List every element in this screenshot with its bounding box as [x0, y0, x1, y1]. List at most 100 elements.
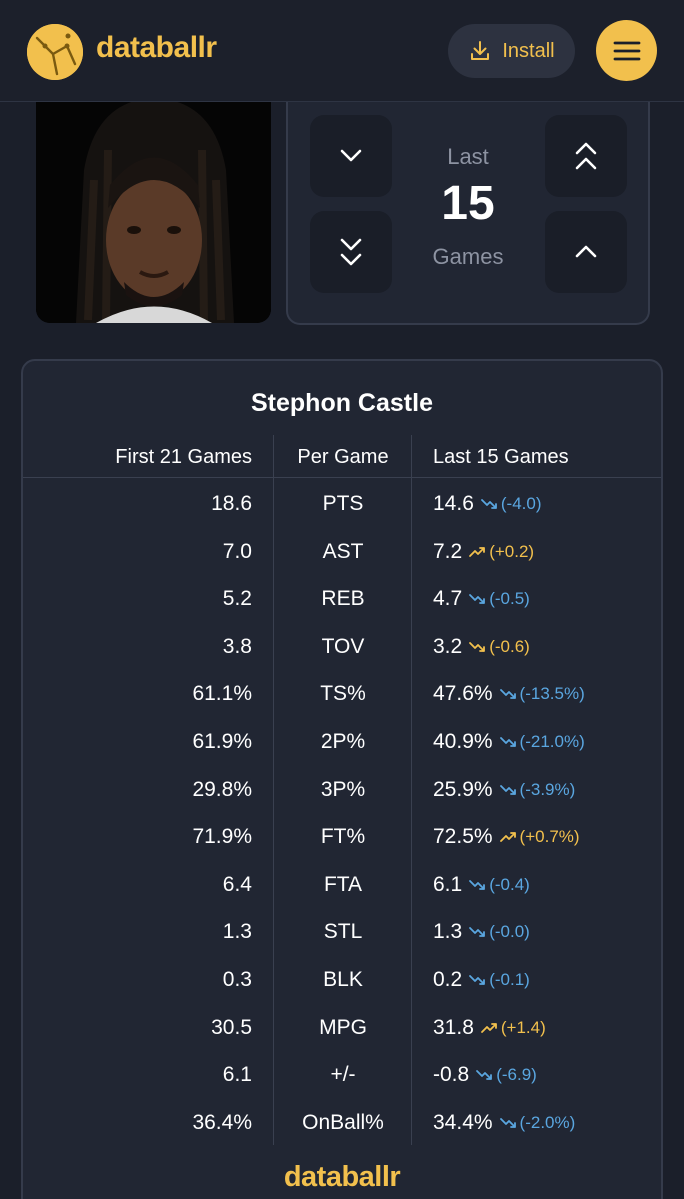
- first-games-value: 7.0: [222, 539, 252, 563]
- trend-delta: (+0.7%): [499, 827, 580, 847]
- last-games-cell: 40.9% (-21.0%): [433, 730, 661, 754]
- delta-value: (+1.4): [500, 1017, 546, 1037]
- selector-count: 15: [441, 177, 495, 230]
- first-games-value: 1.3: [222, 920, 252, 944]
- trend-delta: (+0.2): [468, 542, 534, 562]
- last-games-value: -0.8: [433, 1063, 470, 1087]
- delta-value: (-3.9%): [519, 779, 576, 799]
- stat-row: 0.3 BLK 0.2 (-0.1): [23, 955, 661, 1003]
- trend-down-icon: [480, 498, 498, 510]
- trend-down-icon: [499, 688, 517, 700]
- hamburger-menu-icon: [613, 39, 641, 63]
- footer-brand: databallr: [283, 1161, 401, 1193]
- last-games-value: 6.1: [433, 872, 463, 896]
- first-games-value: 29.8%: [192, 777, 252, 801]
- last-games-value: 14.6: [433, 492, 474, 515]
- last-games-value: 47.6%: [433, 682, 493, 706]
- last-games-value: 3.2: [433, 634, 463, 658]
- delta-value: (+0.2): [489, 541, 535, 561]
- stat-label: +/-: [330, 1063, 356, 1087]
- last-games-value: 31.8: [433, 1015, 474, 1039]
- download-icon: [468, 39, 492, 63]
- increase-many-button[interactable]: [545, 115, 627, 197]
- first-games-value: 5.2: [222, 587, 252, 611]
- stat-row: 1.3 STL 1.3 (-0.0): [23, 907, 661, 955]
- install-button[interactable]: Install: [448, 24, 575, 78]
- menu-button[interactable]: [596, 20, 657, 81]
- last-games-cell: 1.3 (-0.0): [433, 920, 661, 944]
- stat-label: 3P%: [320, 777, 366, 801]
- last-games-cell: 47.6% (-13.5%): [433, 682, 661, 706]
- trend-delta: (+1.4): [480, 1018, 546, 1038]
- stat-label: PTS: [322, 492, 364, 515]
- stat-row: 61.9% 2P% 40.9% (-21.0%): [23, 717, 661, 765]
- page: databallr Install Last 15 Games Stephon …: [0, 0, 684, 1199]
- brand-name[interactable]: databallr: [96, 31, 217, 65]
- first-games-value: 3.8: [222, 634, 252, 658]
- trend-delta: (-0.1): [468, 970, 530, 990]
- trend-delta: (-0.4): [468, 875, 530, 895]
- last-games-value: 0.2: [433, 967, 463, 991]
- stat-row: 6.4 FTA 6.1 (-0.4): [23, 860, 661, 908]
- delta-value: (-0.5): [489, 589, 530, 609]
- trend-down-icon: [499, 784, 517, 796]
- delta-value: (-0.4): [489, 874, 530, 894]
- increase-one-button[interactable]: [545, 211, 627, 293]
- first-games-value: 30.5: [211, 1015, 252, 1039]
- last-games-cell: 7.2 (+0.2): [433, 540, 661, 564]
- trend-up-icon: [468, 546, 486, 558]
- trend-down-icon: [499, 1117, 517, 1129]
- stat-row: 30.5 MPG 31.8 (+1.4): [23, 1003, 661, 1051]
- selector-top-label: Last: [447, 144, 489, 169]
- last-games-cell: 0.2 (-0.1): [433, 968, 661, 992]
- stat-row: 7.0 AST 7.2 (+0.2): [23, 527, 661, 575]
- decrease-one-button[interactable]: [310, 115, 392, 197]
- trend-down-icon: [468, 879, 486, 891]
- first-games-value: 6.4: [222, 872, 252, 896]
- stat-row: 61.1% TS% 47.6% (-13.5%): [23, 669, 661, 717]
- header-divider: [23, 477, 661, 478]
- last-games-cell: 4.7 (-0.5): [433, 587, 661, 611]
- first-games-value: 0.3: [222, 967, 252, 991]
- chevron-up-icon: [571, 232, 601, 272]
- last-games-value: 25.9%: [433, 777, 493, 801]
- last-games-cell: 3.2 (-0.6): [433, 635, 661, 659]
- trend-delta: (-2.0%): [499, 1113, 575, 1133]
- stat-label: 2P%: [320, 729, 366, 753]
- delta-value: (-21.0%): [519, 731, 585, 751]
- trend-down-icon: [468, 974, 486, 986]
- stat-label: AST: [322, 539, 364, 563]
- trend-down-icon: [468, 926, 486, 938]
- last-games-value: 40.9%: [433, 729, 493, 753]
- stat-row: 18.6 PTS 14.6 (-4.0): [23, 479, 661, 527]
- trend-down-icon: [468, 641, 486, 653]
- stat-label: FTA: [323, 872, 363, 896]
- trend-delta: (-21.0%): [499, 732, 585, 752]
- last-games-value: 1.3: [433, 920, 463, 944]
- delta-value: (-0.1): [489, 969, 530, 989]
- last-games-cell: 72.5% (+0.7%): [433, 825, 661, 849]
- trend-delta: (-4.0): [480, 494, 542, 514]
- delta-value: (-0.0): [489, 922, 530, 942]
- stat-label: TOV: [321, 634, 365, 658]
- basketball-logo-icon[interactable]: [27, 24, 83, 80]
- first-games-value: 18.6: [211, 492, 252, 515]
- trend-up-icon: [480, 1022, 498, 1034]
- selector-bottom-label: Games: [432, 244, 504, 269]
- delta-value: (-13.5%): [519, 684, 585, 704]
- first-games-value: 36.4%: [192, 1110, 252, 1134]
- chevron-down-icon: [336, 136, 366, 176]
- column-header-first: First 21 Games: [115, 446, 252, 468]
- delta-value: (-6.9): [496, 1065, 537, 1085]
- trend-down-icon: [468, 593, 486, 605]
- stat-label: FT%: [320, 825, 366, 849]
- first-games-value: 61.9%: [192, 729, 252, 753]
- double-chevron-down-icon: [336, 232, 366, 272]
- trend-delta: (-3.9%): [499, 779, 576, 800]
- double-chevron-up-icon: [571, 136, 601, 176]
- stat-label: BLK: [323, 967, 363, 991]
- top-bar: databallr Install: [0, 0, 684, 102]
- decrease-many-button[interactable]: [310, 211, 392, 293]
- game-count-selector: Last 15 Games: [286, 90, 650, 325]
- last-games-cell: 6.1 (-0.4): [433, 873, 661, 897]
